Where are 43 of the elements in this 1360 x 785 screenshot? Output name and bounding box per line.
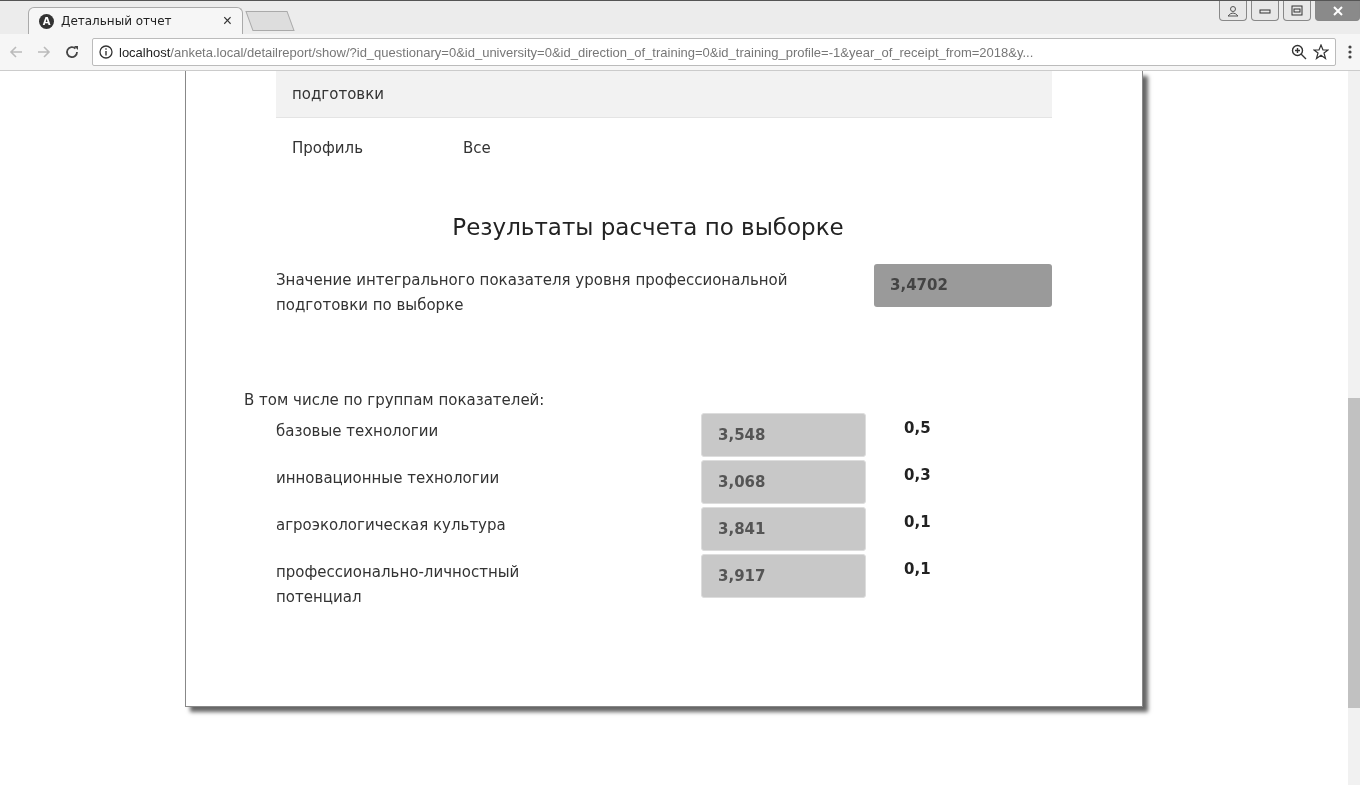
filter-value: подготовки bbox=[292, 85, 384, 103]
tab-title: Детальный отчет bbox=[61, 14, 173, 28]
maximize-button[interactable] bbox=[1283, 1, 1311, 21]
close-tab-button[interactable]: × bbox=[222, 13, 232, 29]
group-weight: 0,1 bbox=[904, 560, 931, 578]
menu-icon[interactable] bbox=[1348, 44, 1352, 60]
group-value: 3,548 bbox=[701, 413, 866, 457]
favicon-icon: A bbox=[39, 13, 54, 29]
group-weight: 0,5 bbox=[904, 419, 931, 437]
group-name: базовые технологии bbox=[276, 421, 440, 442]
person-icon bbox=[1227, 4, 1239, 17]
reload-icon[interactable] bbox=[64, 44, 80, 60]
zoom-icon[interactable] bbox=[1291, 44, 1307, 60]
groups-heading: В том числе по группам показателей: bbox=[244, 391, 546, 409]
address-bar[interactable]: localhost/anketa.local/detailreport/show/?id_questionary=0&id_university=0&id_direction_of_training=0&id_training_profile=-1&year_of_receipt_from=2018&y... bbox=[92, 38, 1336, 66]
integral-label: Значение интегрального показателя уровня профессиональной подготовки по выборке bbox=[276, 270, 789, 316]
group-name: агроэкологическая культура bbox=[276, 515, 507, 536]
group-name: профессионально-личностный потенциал bbox=[276, 562, 521, 608]
new-tab-button[interactable] bbox=[245, 11, 295, 31]
close-window-button[interactable] bbox=[1315, 1, 1360, 21]
maximize-icon bbox=[1291, 4, 1303, 17]
minimize-button[interactable] bbox=[1251, 1, 1279, 21]
star-icon[interactable] bbox=[1313, 44, 1329, 60]
back-icon[interactable] bbox=[8, 44, 24, 60]
scroll-thumb[interactable] bbox=[1348, 398, 1360, 708]
group-value: 3,068 bbox=[701, 460, 866, 504]
profile-button[interactable] bbox=[1219, 1, 1247, 21]
filter-label: Профиль bbox=[292, 139, 364, 157]
info-icon bbox=[99, 45, 113, 59]
close-icon bbox=[1331, 4, 1344, 17]
group-name: инновационные технологии bbox=[276, 468, 501, 489]
browser-tab[interactable]: A Детальный отчет × bbox=[28, 7, 243, 34]
group-value: 3,917 bbox=[701, 554, 866, 598]
url-text: localhost/anketa.local/detailreport/show/?id_questionary=0&id_university=0&id_direction_of_training=0&id_training_profile=-1&year_of_receipt_from=2018&y... bbox=[119, 44, 1035, 60]
filter-value: Все bbox=[463, 139, 491, 157]
group-weight: 0,3 bbox=[904, 466, 931, 484]
scrollbar[interactable] bbox=[1348, 71, 1360, 785]
minimize-icon bbox=[1259, 6, 1271, 15]
integral-value: 3,4702 bbox=[874, 264, 1052, 307]
results-title: Результаты расчета по выборке bbox=[451, 214, 845, 240]
group-value: 3,841 bbox=[701, 507, 866, 551]
forward-icon[interactable] bbox=[36, 44, 52, 60]
group-weight: 0,1 bbox=[904, 513, 931, 531]
